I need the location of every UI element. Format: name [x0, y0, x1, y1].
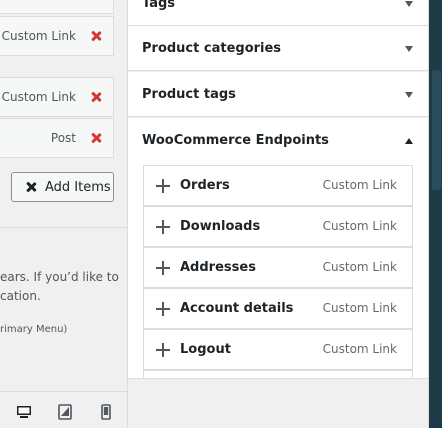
list-item[interactable]: Account details Custom Link	[143, 288, 413, 329]
tablet-icon[interactable]	[57, 404, 73, 420]
list-item[interactable]: Orders Custom Link	[143, 165, 413, 206]
remove-icon[interactable]	[89, 90, 103, 104]
section-product-tags[interactable]: Product tags	[128, 72, 428, 117]
section-tags[interactable]: Tags	[128, 0, 428, 26]
desktop-icon[interactable]	[16, 404, 32, 420]
section-product-categories[interactable]: Product categories	[128, 26, 428, 71]
endpoint-name: Account details	[180, 301, 294, 316]
endpoint-type: Custom Link	[322, 219, 397, 233]
section-title: WooCommerce Endpoints	[142, 133, 329, 148]
remove-icon[interactable]	[89, 29, 103, 43]
menu-item-partial[interactable]	[0, 0, 114, 14]
description-line: ears. If you’d like to	[0, 270, 119, 284]
endpoint-name: Addresses	[180, 260, 256, 275]
add-items-label: Add Items	[45, 179, 111, 195]
list-item[interactable]: Downloads Custom Link	[143, 206, 413, 247]
section-title: Product categories	[142, 41, 282, 56]
endpoint-type: Custom Link	[322, 178, 397, 192]
section-title: Tags	[142, 0, 176, 11]
menu-item-type: Post	[50, 131, 76, 145]
menu-item[interactable]: Custom Link	[0, 77, 114, 117]
endpoint-name: Downloads	[180, 219, 261, 234]
list-item[interactable]: Logout Custom Link	[143, 329, 413, 370]
plus-icon	[156, 343, 170, 357]
menu-location-text: rimary Menu)	[0, 324, 68, 335]
preview-content	[432, 70, 441, 190]
chevron-up-icon	[405, 138, 413, 144]
device-preview-bar	[0, 391, 127, 428]
menu-item-type: Custom Link	[1, 29, 76, 43]
mobile-icon[interactable]	[98, 404, 114, 420]
menu-item-type: Custom Link	[1, 90, 76, 104]
menu-item[interactable]: Custom Link	[0, 16, 114, 56]
chevron-down-icon	[405, 92, 413, 98]
add-menu-items-panel: Tags Product categories Product tags Woo…	[127, 0, 428, 428]
remove-icon[interactable]	[89, 131, 103, 145]
divider	[0, 227, 127, 228]
chevron-down-icon	[405, 46, 413, 52]
section-title: Product tags	[142, 87, 236, 102]
plus-icon	[156, 179, 170, 193]
endpoint-type: Custom Link	[322, 342, 397, 356]
plus-icon	[156, 261, 170, 275]
plus-icon	[156, 302, 170, 316]
section-woocommerce-endpoints[interactable]: WooCommerce Endpoints	[128, 118, 428, 163]
panel-footer	[128, 378, 428, 428]
endpoint-name: Orders	[180, 178, 230, 193]
chevron-down-icon	[405, 1, 413, 7]
add-items-button[interactable]: Add Items	[11, 172, 114, 202]
endpoint-type: Custom Link	[322, 260, 397, 274]
site-preview[interactable]	[428, 0, 442, 428]
menu-structure-panel: Custom Link Custom Link Post Add Items e…	[0, 0, 127, 428]
endpoint-name: Logout	[180, 342, 231, 357]
description-line: cation.	[0, 289, 41, 303]
close-icon	[24, 180, 38, 194]
plus-icon	[156, 220, 170, 234]
endpoint-type: Custom Link	[322, 301, 397, 315]
list-item[interactable]: Addresses Custom Link	[143, 247, 413, 288]
menu-item[interactable]: Post	[0, 118, 114, 158]
endpoints-list: Orders Custom Link Downloads Custom Link…	[128, 160, 428, 390]
